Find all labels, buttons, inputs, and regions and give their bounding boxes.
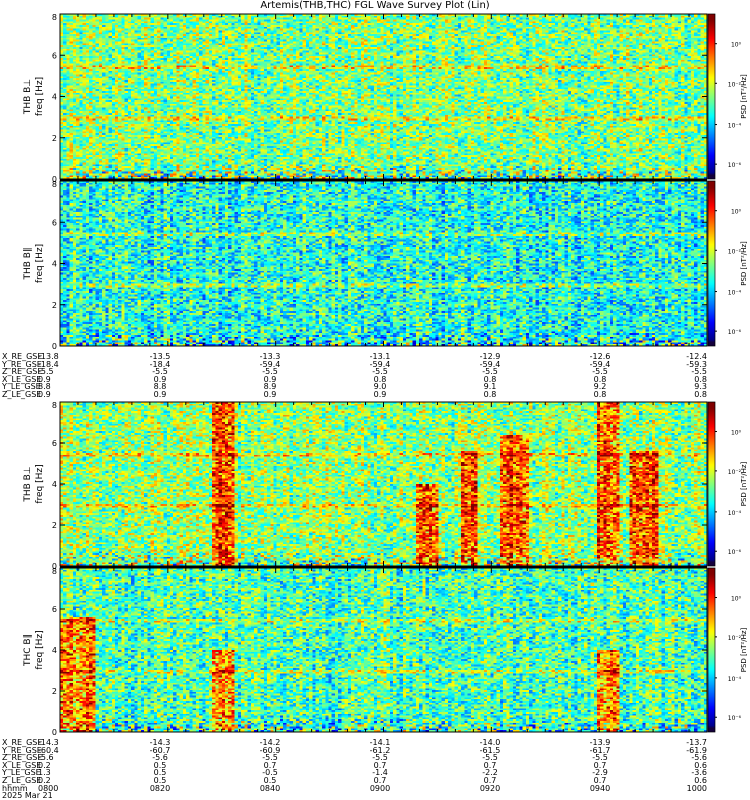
- ephemeris-value: 0.8: [694, 390, 707, 399]
- y-tick-label: 6: [52, 218, 57, 227]
- y-axis-label: freq [Hz]: [35, 464, 45, 503]
- ephemeris-value: 0920: [479, 783, 501, 793]
- colorbar-tick-label: 10⁻⁴: [728, 676, 742, 683]
- colorbar-tick-label: 10⁻⁶: [728, 549, 742, 556]
- y-tick-label: 0: [52, 342, 57, 351]
- colorbar-label: PSD [nT²/Hz]: [740, 461, 748, 506]
- spectrogram-image: [60, 181, 707, 346]
- spectrogram-panel-0-0: 02468THB B⊥ freq [Hz]10⁰10⁻²10⁻⁴10⁻⁶PSD […: [23, 13, 748, 184]
- ephemeris-value: 0940: [589, 783, 611, 793]
- panel-name-label: THC B∥: [23, 634, 33, 667]
- y-tick-label: 2: [52, 134, 57, 143]
- colorbar-tick-label: 10⁰: [731, 209, 742, 216]
- ephemeris-row-label: Z_LE_GSE: [2, 390, 42, 399]
- y-tick-label: 8: [52, 401, 57, 410]
- colorbar-label: PSD [nT²/Hz]: [740, 74, 748, 119]
- colorbar-tick-label: 10⁻⁶: [728, 329, 742, 336]
- ephemeris-value: 0840: [259, 783, 281, 793]
- ephemeris-value: 1000: [686, 783, 707, 793]
- colorbar-tick-label: 10⁰: [731, 596, 742, 603]
- colorbar: [708, 181, 715, 346]
- ephemeris-value: 0.8: [483, 390, 497, 399]
- y-tick-label: 6: [52, 605, 57, 614]
- ephemeris-value: 0.9: [38, 390, 51, 399]
- colorbar-tick-label: 10⁻⁴: [728, 290, 742, 297]
- colorbar-tick-label: 10⁰: [731, 42, 742, 49]
- colorbar-tick-label: 10⁰: [731, 430, 742, 437]
- y-tick-label: 4: [52, 646, 57, 655]
- spectrogram-image: [60, 14, 707, 179]
- y-tick-label: 6: [52, 439, 57, 448]
- spectrogram-image: [60, 568, 707, 732]
- y-axis-label: freq [Hz]: [35, 630, 45, 669]
- y-tick-label: 2: [52, 687, 57, 696]
- colorbar-tick-label: 10⁻⁴: [728, 123, 742, 130]
- panel-name-label: THB B⊥: [23, 79, 33, 115]
- y-tick-label: 4: [52, 93, 57, 102]
- panel-name-label: THB B∥: [23, 248, 33, 281]
- y-tick-label: 6: [52, 51, 57, 60]
- ephemeris-value: 0.8: [593, 390, 607, 399]
- y-tick-label: 4: [52, 480, 57, 489]
- y-tick-label: 8: [52, 567, 57, 576]
- y-tick-label: 2: [52, 521, 57, 530]
- y-axis-label: freq [Hz]: [35, 77, 45, 116]
- colorbar: [708, 14, 715, 179]
- y-tick-label: 0: [52, 728, 57, 737]
- y-tick-label: 2: [52, 301, 57, 310]
- colorbar-tick-label: 10⁻⁶: [728, 162, 742, 169]
- ephemeris-value: 0900: [369, 783, 391, 793]
- y-tick-label: 8: [52, 13, 57, 22]
- wave-survey-plot: 02468THB B⊥ freq [Hz]10⁰10⁻²10⁻⁴10⁻⁶PSD […: [23, 13, 748, 737]
- spectrogram-panel-1-0: 02468THB B⊥ freq [Hz]10⁰10⁻²10⁻⁴10⁻⁶PSD […: [23, 401, 748, 571]
- colorbar: [708, 402, 715, 566]
- ephemeris-value: 0820: [149, 783, 171, 793]
- colorbar: [708, 568, 715, 732]
- ephemeris-value: 0.9: [263, 390, 277, 399]
- date-label: 2025 Mar 21: [2, 791, 53, 800]
- y-tick-label: 8: [52, 180, 57, 189]
- panel-name-label: THB B⊥: [23, 466, 33, 502]
- spectrogram-image: [60, 402, 707, 566]
- colorbar-label: PSD [nT²/Hz]: [740, 627, 748, 672]
- ephemeris-value: 0.9: [373, 390, 387, 399]
- colorbar-tick-label: 10⁻⁴: [728, 510, 742, 517]
- ephemeris-value: 0.9: [153, 390, 167, 399]
- y-tick-label: 4: [52, 260, 57, 269]
- y-axis-label: freq [Hz]: [35, 244, 45, 283]
- colorbar-tick-label: 10⁻⁶: [728, 715, 742, 722]
- spectrogram-panel-1-1: 02468THC B∥ freq [Hz]10⁰10⁻²10⁻⁴10⁻⁶PSD […: [23, 567, 748, 737]
- spectrogram-panel-0-1: 02468THB B∥ freq [Hz]10⁰10⁻²10⁻⁴10⁻⁶PSD […: [23, 180, 748, 351]
- colorbar-label: PSD [nT²/Hz]: [740, 241, 748, 286]
